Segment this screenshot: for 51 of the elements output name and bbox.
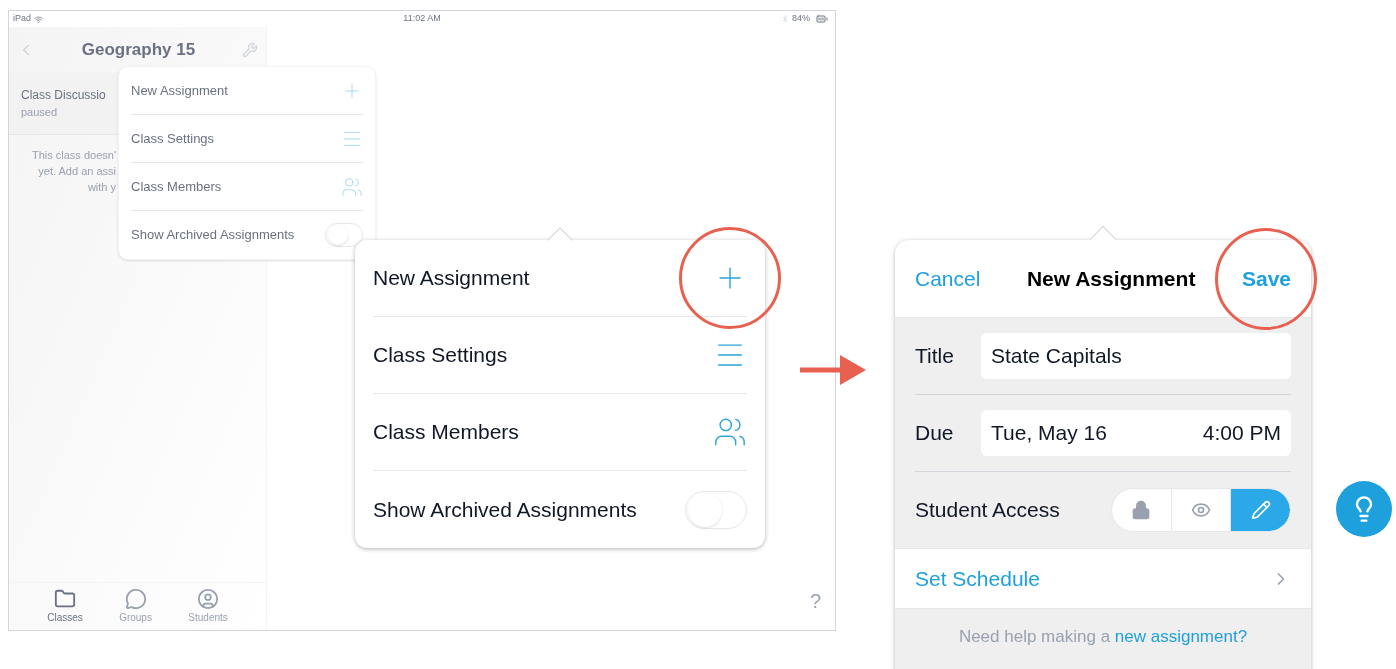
field-label: Title: [915, 343, 954, 370]
person-icon: [197, 588, 220, 610]
right-arrow-icon: [800, 353, 866, 387]
menu-item[interactable]: Class Members: [131, 176, 222, 197]
time-value: 4:00 PM: [1202, 420, 1281, 447]
carrier-label: iPad: [13, 12, 31, 26]
battery-icon: [813, 13, 831, 25]
row-subtitle: paused: [21, 105, 58, 121]
empty-message-line: with y: [87, 180, 116, 195]
empty-message-line: This class doesn': [31, 148, 116, 163]
battery-label: 84%: [791, 12, 810, 26]
tab-bar-item[interactable]: Classes: [47, 588, 83, 625]
toggle-switch[interactable]: [325, 223, 363, 247]
save-button[interactable]: Save: [1241, 262, 1291, 295]
pencil-icon: [1250, 500, 1271, 520]
access-option[interactable]: [1230, 489, 1290, 531]
tab-bar-item[interactable]: Students: [188, 588, 228, 625]
access-segmented-control[interactable]: [1111, 488, 1291, 532]
menu-item[interactable]: Show Archived Assignments: [131, 225, 295, 245]
field-label: Due: [915, 420, 954, 447]
help-sentence: Need help making a new assignment?: [958, 626, 1248, 649]
folder-icon: [53, 588, 76, 610]
set-schedule-row[interactable]: Set Schedule: [895, 548, 1311, 609]
menu-item[interactable]: Show Archived Assignments: [373, 493, 637, 526]
people-icon[interactable]: [341, 175, 363, 198]
menu-item[interactable]: New Assignment: [373, 262, 530, 294]
wifi-icon: [34, 14, 43, 24]
status-time: 11:02 AM: [403, 12, 441, 26]
due-date-field[interactable]: Tue, May 16 4:00 PM: [981, 410, 1291, 456]
row-title: Class Discussio: [21, 87, 106, 105]
help-icon[interactable]: ?: [809, 586, 821, 616]
lock-icon: [1131, 500, 1152, 520]
empty-message-line: yet. Add an assi: [38, 164, 116, 179]
cancel-button[interactable]: Cancel: [915, 262, 981, 295]
title-field[interactable]: State Capitals: [981, 333, 1291, 379]
menu-item[interactable]: Class Members: [373, 416, 519, 448]
eye-icon: [1191, 500, 1211, 520]
help-link[interactable]: new assignment?: [1114, 627, 1248, 647]
menu-item[interactable]: Class Settings: [131, 128, 215, 149]
wrench-icon[interactable]: [242, 41, 258, 58]
chat-bubble-icon: [124, 588, 147, 610]
field-label: Student Access: [915, 497, 1060, 524]
bluetooth-icon: [780, 15, 789, 23]
lightbulb-button[interactable]: [1336, 481, 1392, 537]
toggle-switch[interactable]: [685, 490, 747, 529]
tab-bar-item[interactable]: Groups: [119, 588, 152, 625]
menu-item[interactable]: New Assignment: [131, 80, 228, 101]
date-value: Tue, May 16: [991, 420, 1107, 447]
menu-item[interactable]: Class Settings: [373, 339, 508, 371]
dialog-title: New Assignment: [1026, 265, 1196, 292]
class-title: Geography 15: [81, 38, 196, 61]
